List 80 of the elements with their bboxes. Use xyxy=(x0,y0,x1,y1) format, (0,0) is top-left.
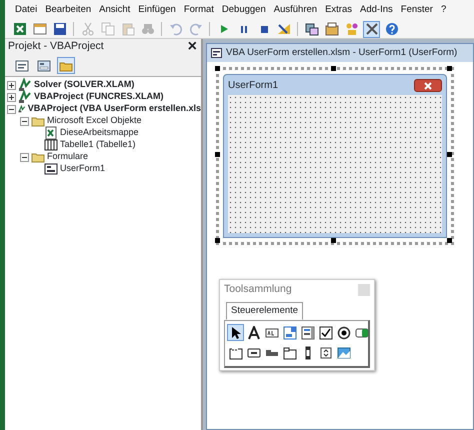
collapse-icon[interactable] xyxy=(7,104,16,114)
toolbar-button[interactable] xyxy=(323,20,340,38)
checkbox-icon xyxy=(318,326,332,340)
toolbar-button[interactable] xyxy=(11,20,28,38)
expand-icon[interactable] xyxy=(7,92,16,102)
tool-button[interactable] xyxy=(335,324,352,342)
spin-icon xyxy=(318,346,332,360)
tree-item[interactable]: VBAProject (VBA UserForm erstellen.xls xyxy=(28,102,201,116)
image-icon xyxy=(336,346,350,360)
tree-item[interactable]: Microsoft Excel Objekte xyxy=(47,114,142,128)
form-icon xyxy=(211,48,222,58)
resize-handle[interactable] xyxy=(447,152,452,157)
menu-item[interactable]: Bearbeiten xyxy=(41,2,96,18)
close-icon xyxy=(424,82,432,90)
menu-item[interactable]: Debuggen xyxy=(218,2,270,18)
textbox-icon xyxy=(264,326,278,340)
form-caption: UserForm1 xyxy=(228,78,278,92)
menu-item[interactable]: Fenster xyxy=(396,2,437,18)
command-button-icon xyxy=(246,346,260,360)
tree-item[interactable]: DieseArbeitsmappe xyxy=(60,126,139,140)
tree-item[interactable]: VBAProject (FUNCRES.XLAM) xyxy=(34,90,164,104)
tool-button[interactable] xyxy=(299,324,316,342)
label-icon xyxy=(246,326,260,340)
code-view-icon xyxy=(15,58,29,72)
tool-button[interactable] xyxy=(227,324,244,342)
toolbar-button[interactable] xyxy=(31,20,48,38)
multipage-icon xyxy=(282,346,296,360)
menu-item[interactable]: Einfügen xyxy=(134,2,180,18)
tree-item[interactable]: Formulare xyxy=(47,150,88,164)
project-icon xyxy=(18,78,32,92)
menu-item[interactable]: Ansicht xyxy=(95,2,134,18)
combobox-icon xyxy=(282,326,296,340)
toolbar-button[interactable] xyxy=(303,20,320,38)
resize-handle[interactable] xyxy=(215,152,220,157)
toggle-icon xyxy=(354,326,368,340)
ruler-icon xyxy=(276,22,290,36)
tree-item[interactable]: Tabelle1 (Tabelle1) xyxy=(60,138,136,152)
panel-title: Projekt - VBAProject xyxy=(8,39,104,54)
toolbar-button[interactable] xyxy=(363,20,380,38)
binoculars-icon xyxy=(140,22,154,36)
tool-button[interactable] xyxy=(317,324,334,342)
close-button[interactable]: × xyxy=(186,40,199,54)
tree-item[interactable]: UserForm1 xyxy=(60,162,106,176)
toolbar-button[interactable] xyxy=(51,20,68,38)
resize-handle[interactable] xyxy=(331,238,336,243)
menu-item[interactable]: Datei xyxy=(11,2,42,18)
tool-button[interactable] xyxy=(281,344,298,362)
radio-icon xyxy=(336,326,350,340)
menu-item[interactable]: Ausführen xyxy=(270,2,322,18)
workbook-icon xyxy=(44,126,58,140)
collapse-icon[interactable] xyxy=(20,152,29,162)
tab[interactable]: Steuerelemente xyxy=(226,302,304,320)
resize-handle[interactable] xyxy=(331,66,336,71)
collapse-icon[interactable] xyxy=(20,116,29,126)
redo-icon xyxy=(188,22,202,36)
undo-icon xyxy=(168,22,182,36)
explorer-icon xyxy=(304,22,318,36)
toolbar-button[interactable] xyxy=(383,20,400,38)
tool-button[interactable] xyxy=(245,324,262,342)
menu-item[interactable]: Add-Ins xyxy=(356,2,397,18)
toolbox-title: Toolsammlung xyxy=(224,282,292,298)
cut-icon xyxy=(80,22,94,36)
menu-item[interactable]: Extras xyxy=(321,2,356,18)
object-view-icon xyxy=(37,58,51,72)
form-icon xyxy=(44,162,58,176)
menu-item[interactable]: Format xyxy=(180,2,218,18)
resize-handle[interactable] xyxy=(447,238,452,243)
listbox-icon xyxy=(300,326,314,340)
view-button[interactable] xyxy=(57,57,75,74)
tree-item[interactable]: Solver (SOLVER.XLAM) xyxy=(34,78,134,92)
resize-handle[interactable] xyxy=(215,238,220,243)
resize-handle[interactable] xyxy=(215,66,220,71)
frame-icon xyxy=(228,346,242,360)
menu-item[interactable]: ? xyxy=(436,2,450,18)
paste-icon xyxy=(120,22,134,36)
copy-icon xyxy=(100,22,114,36)
window-title: VBA UserForm erstellen.xlsm - UserForm1 (UserForm) xyxy=(226,46,458,60)
expand-icon[interactable] xyxy=(7,80,16,90)
resize-handle[interactable] xyxy=(447,66,452,71)
sheet-icon xyxy=(44,138,58,152)
